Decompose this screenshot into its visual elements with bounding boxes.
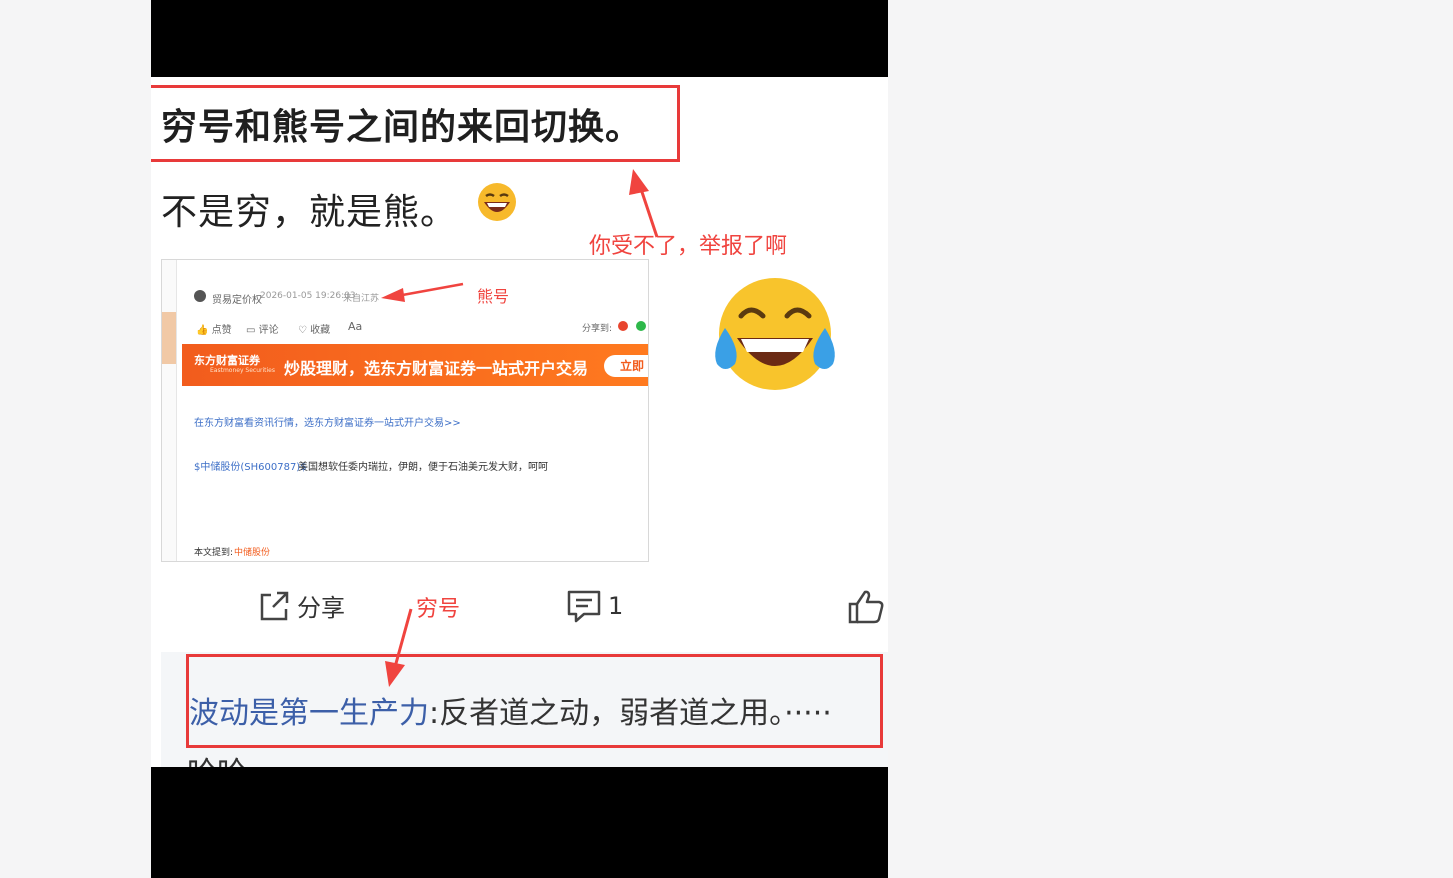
embed-banner-logo-sub: Eastmoney Securities bbox=[210, 367, 275, 374]
embed-ad-banner: 东方财富证券 Eastmoney Securities 炒股理财，选东方财富证券… bbox=[182, 344, 648, 386]
annotation-top-note: 你受不了，举报了啊 bbox=[589, 234, 788, 259]
post-body: 不是穷，就是熊。 bbox=[161, 183, 457, 235]
embed-promo-link: 在东方财富看资讯行情，选东方财富证券一站式开户交易>> bbox=[194, 418, 461, 429]
embed-favorite-action: ♡ 收藏 bbox=[298, 325, 331, 336]
embed-location: 来自江苏 bbox=[343, 294, 380, 304]
embed-weibo-icon bbox=[618, 321, 628, 331]
embed-mention-stock: 中储股份 bbox=[234, 548, 271, 558]
title-highlight-box bbox=[151, 85, 680, 162]
annotation-poor-label: 穷号 bbox=[416, 597, 461, 622]
comment-highlight-box bbox=[186, 654, 883, 748]
embed-banner-slogan: 炒股理财，选东方财富证券一站式开户交易 bbox=[284, 359, 589, 378]
laughing-emoji-icon bbox=[478, 183, 516, 221]
embed-mention-label: 本文提到: bbox=[194, 548, 234, 558]
tears-of-joy-emoji-icon bbox=[715, 278, 835, 390]
share-label: 分享 bbox=[297, 594, 345, 622]
letterbox-top bbox=[151, 0, 888, 77]
embed-font-size-action: Aa bbox=[348, 320, 363, 333]
embed-datetime: 2026-01-05 19:26:03 bbox=[260, 291, 356, 301]
embed-avatar bbox=[194, 290, 206, 302]
letterbox-bottom bbox=[151, 767, 888, 878]
embed-stock-tag: $中储股份(SH600787)$ bbox=[194, 462, 307, 473]
like-icon[interactable] bbox=[847, 588, 885, 626]
annotation-arrow-left bbox=[381, 282, 464, 302]
share-icon bbox=[260, 591, 289, 620]
embed-like-action: 👍 点赞 bbox=[196, 325, 232, 336]
embed-banner-logo: 东方财富证券 bbox=[194, 354, 260, 367]
share-button[interactable]: 分享 bbox=[257, 588, 345, 623]
embed-stock-text: 美国想软任委内瑞拉，伊朗，便于石油美元发大财，呵呵 bbox=[298, 462, 548, 473]
embed-sidebar bbox=[162, 260, 177, 561]
comment-button[interactable]: 1 bbox=[566, 588, 623, 624]
comment-icon bbox=[567, 590, 601, 623]
embed-wechat-icon bbox=[636, 321, 646, 331]
annotation-arrow-down bbox=[385, 608, 413, 687]
video-frame: 穷号和熊号之间的来回切换。 不是穷，就是熊。 你受不了，举报了啊 贸易定价权 2… bbox=[151, 0, 888, 878]
comment-count: 1 bbox=[608, 592, 624, 620]
annotation-bear-label: 熊号 bbox=[477, 287, 510, 306]
embed-comment-action: ▭ 评论 bbox=[246, 325, 279, 336]
embed-share-label: 分享到: bbox=[582, 324, 613, 334]
embed-banner-button: 立即 bbox=[604, 355, 648, 377]
post-body-text: 不是穷，就是熊。 bbox=[161, 192, 458, 233]
embed-author: 贸易定价权 bbox=[212, 295, 262, 306]
